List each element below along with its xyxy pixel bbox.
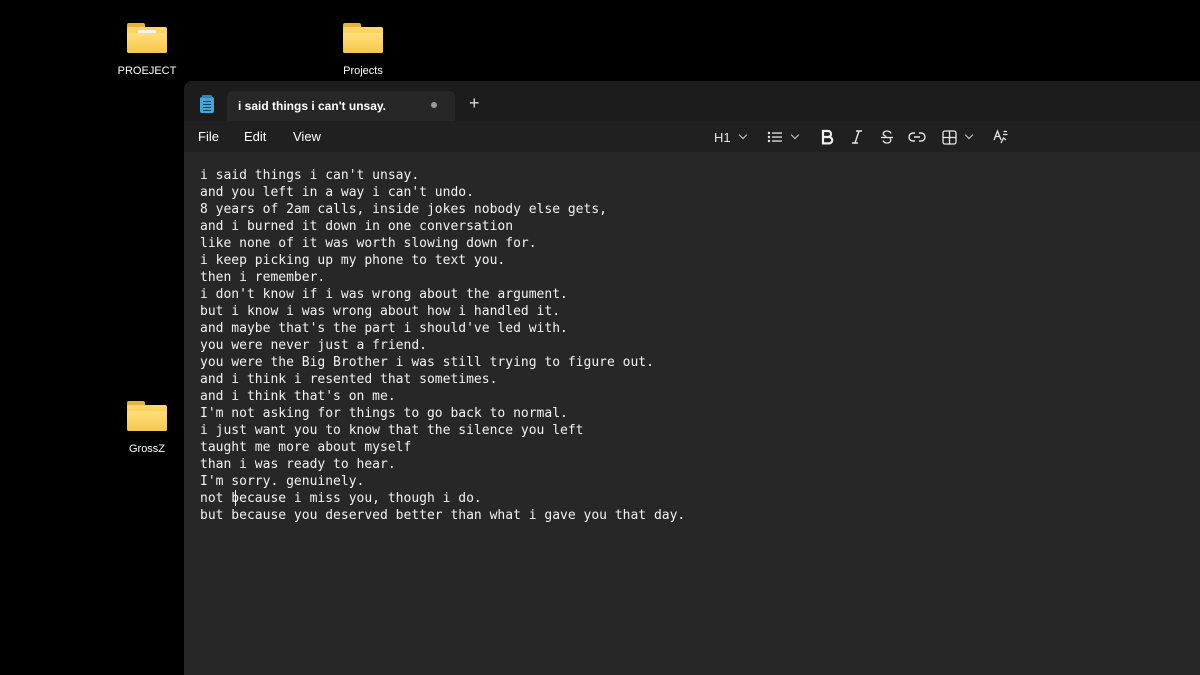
table-dropdown[interactable] <box>942 127 974 147</box>
text-line: you were never just a friend. <box>200 338 427 353</box>
notepad-window: i said things i can't unsay. + File Edit… <box>184 81 1200 675</box>
strikethrough-button[interactable] <box>880 127 894 147</box>
link-icon <box>908 132 926 142</box>
menu-edit[interactable]: Edit <box>244 129 266 144</box>
folder-icon <box>127 21 167 53</box>
heading-dropdown[interactable]: H1 <box>714 127 747 147</box>
text-line: i don't know if i was wrong about the ar… <box>200 287 568 302</box>
text-line: 8 years of 2am calls, inside jokes nobod… <box>200 202 607 217</box>
folder-icon <box>127 399 167 431</box>
text-line: and you left in a way i can't undo. <box>200 185 474 200</box>
menu-file[interactable]: File <box>198 129 219 144</box>
folder-label: Projects <box>343 65 383 77</box>
tab-title: i said things i can't unsay. <box>238 99 386 113</box>
spellcheck-button[interactable] <box>993 127 1009 147</box>
unsaved-dot-icon[interactable] <box>431 102 437 108</box>
folder-label: PROEJECT <box>117 65 177 77</box>
bold-button[interactable] <box>820 127 834 147</box>
menu-bar: File Edit View H1 <box>184 121 1200 152</box>
text-line: like none of it was worth slowing down f… <box>200 236 537 251</box>
table-icon <box>942 129 957 145</box>
list-dropdown[interactable] <box>767 127 800 147</box>
link-button[interactable] <box>908 127 926 147</box>
text-line: and i think that's on me. <box>200 389 396 404</box>
new-tab-button[interactable]: + <box>469 94 480 112</box>
document-tab[interactable]: i said things i can't unsay. <box>227 91 455 121</box>
chevron-down-icon <box>738 130 747 140</box>
desktop-folder-projects[interactable]: Projects <box>318 21 408 77</box>
chevron-down-icon <box>790 130 800 140</box>
strikethrough-icon <box>881 130 893 144</box>
text-line: not because i miss you, though i do. <box>200 491 482 506</box>
text-line: i said things i can't unsay. <box>200 168 420 183</box>
text-line: than i was ready to hear. <box>200 457 396 472</box>
text-line: I'm not asking for things to go back to … <box>200 406 568 421</box>
folder-icon <box>343 21 383 53</box>
menu-view[interactable]: View <box>293 129 321 144</box>
text-line: i just want you to know that the silence… <box>200 423 584 438</box>
bulleted-list-icon <box>767 131 782 143</box>
text-line: and i think i resented that sometimes. <box>200 372 498 387</box>
document-text: i said things i can't unsay. and you lef… <box>200 167 685 524</box>
text-line: then i remember. <box>200 270 326 285</box>
text-line: i keep picking up my phone to text you. <box>200 253 506 268</box>
title-bar: i said things i can't unsay. + <box>184 81 1200 121</box>
desktop-folder-grossz[interactable]: GrossZ <box>102 399 192 455</box>
folder-label: GrossZ <box>128 443 166 455</box>
text-cursor <box>235 490 236 506</box>
bold-icon <box>821 129 834 145</box>
text-line: and maybe that's the part i should've le… <box>200 321 568 336</box>
heading-label: H1 <box>714 129 731 145</box>
desktop-folder-proeject[interactable]: PROEJECT <box>102 21 192 77</box>
text-line: but i know i was wrong about how i handl… <box>200 304 561 319</box>
italic-button[interactable] <box>850 127 864 147</box>
chevron-down-icon <box>964 130 974 140</box>
italic-icon <box>852 130 862 144</box>
text-line: but because you deserved better than wha… <box>200 508 686 523</box>
text-line: you were the Big Brother i was still try… <box>200 355 654 370</box>
text-line: taught me more about myself <box>200 440 412 455</box>
text-line: and i burned it down in one conversation <box>200 219 514 234</box>
text-line: I'm sorry. genuinely. <box>200 474 365 489</box>
notepad-app-icon <box>200 95 214 113</box>
spellcheck-icon <box>993 129 1008 144</box>
text-editor[interactable]: i said things i can't unsay. and you lef… <box>184 152 1200 675</box>
